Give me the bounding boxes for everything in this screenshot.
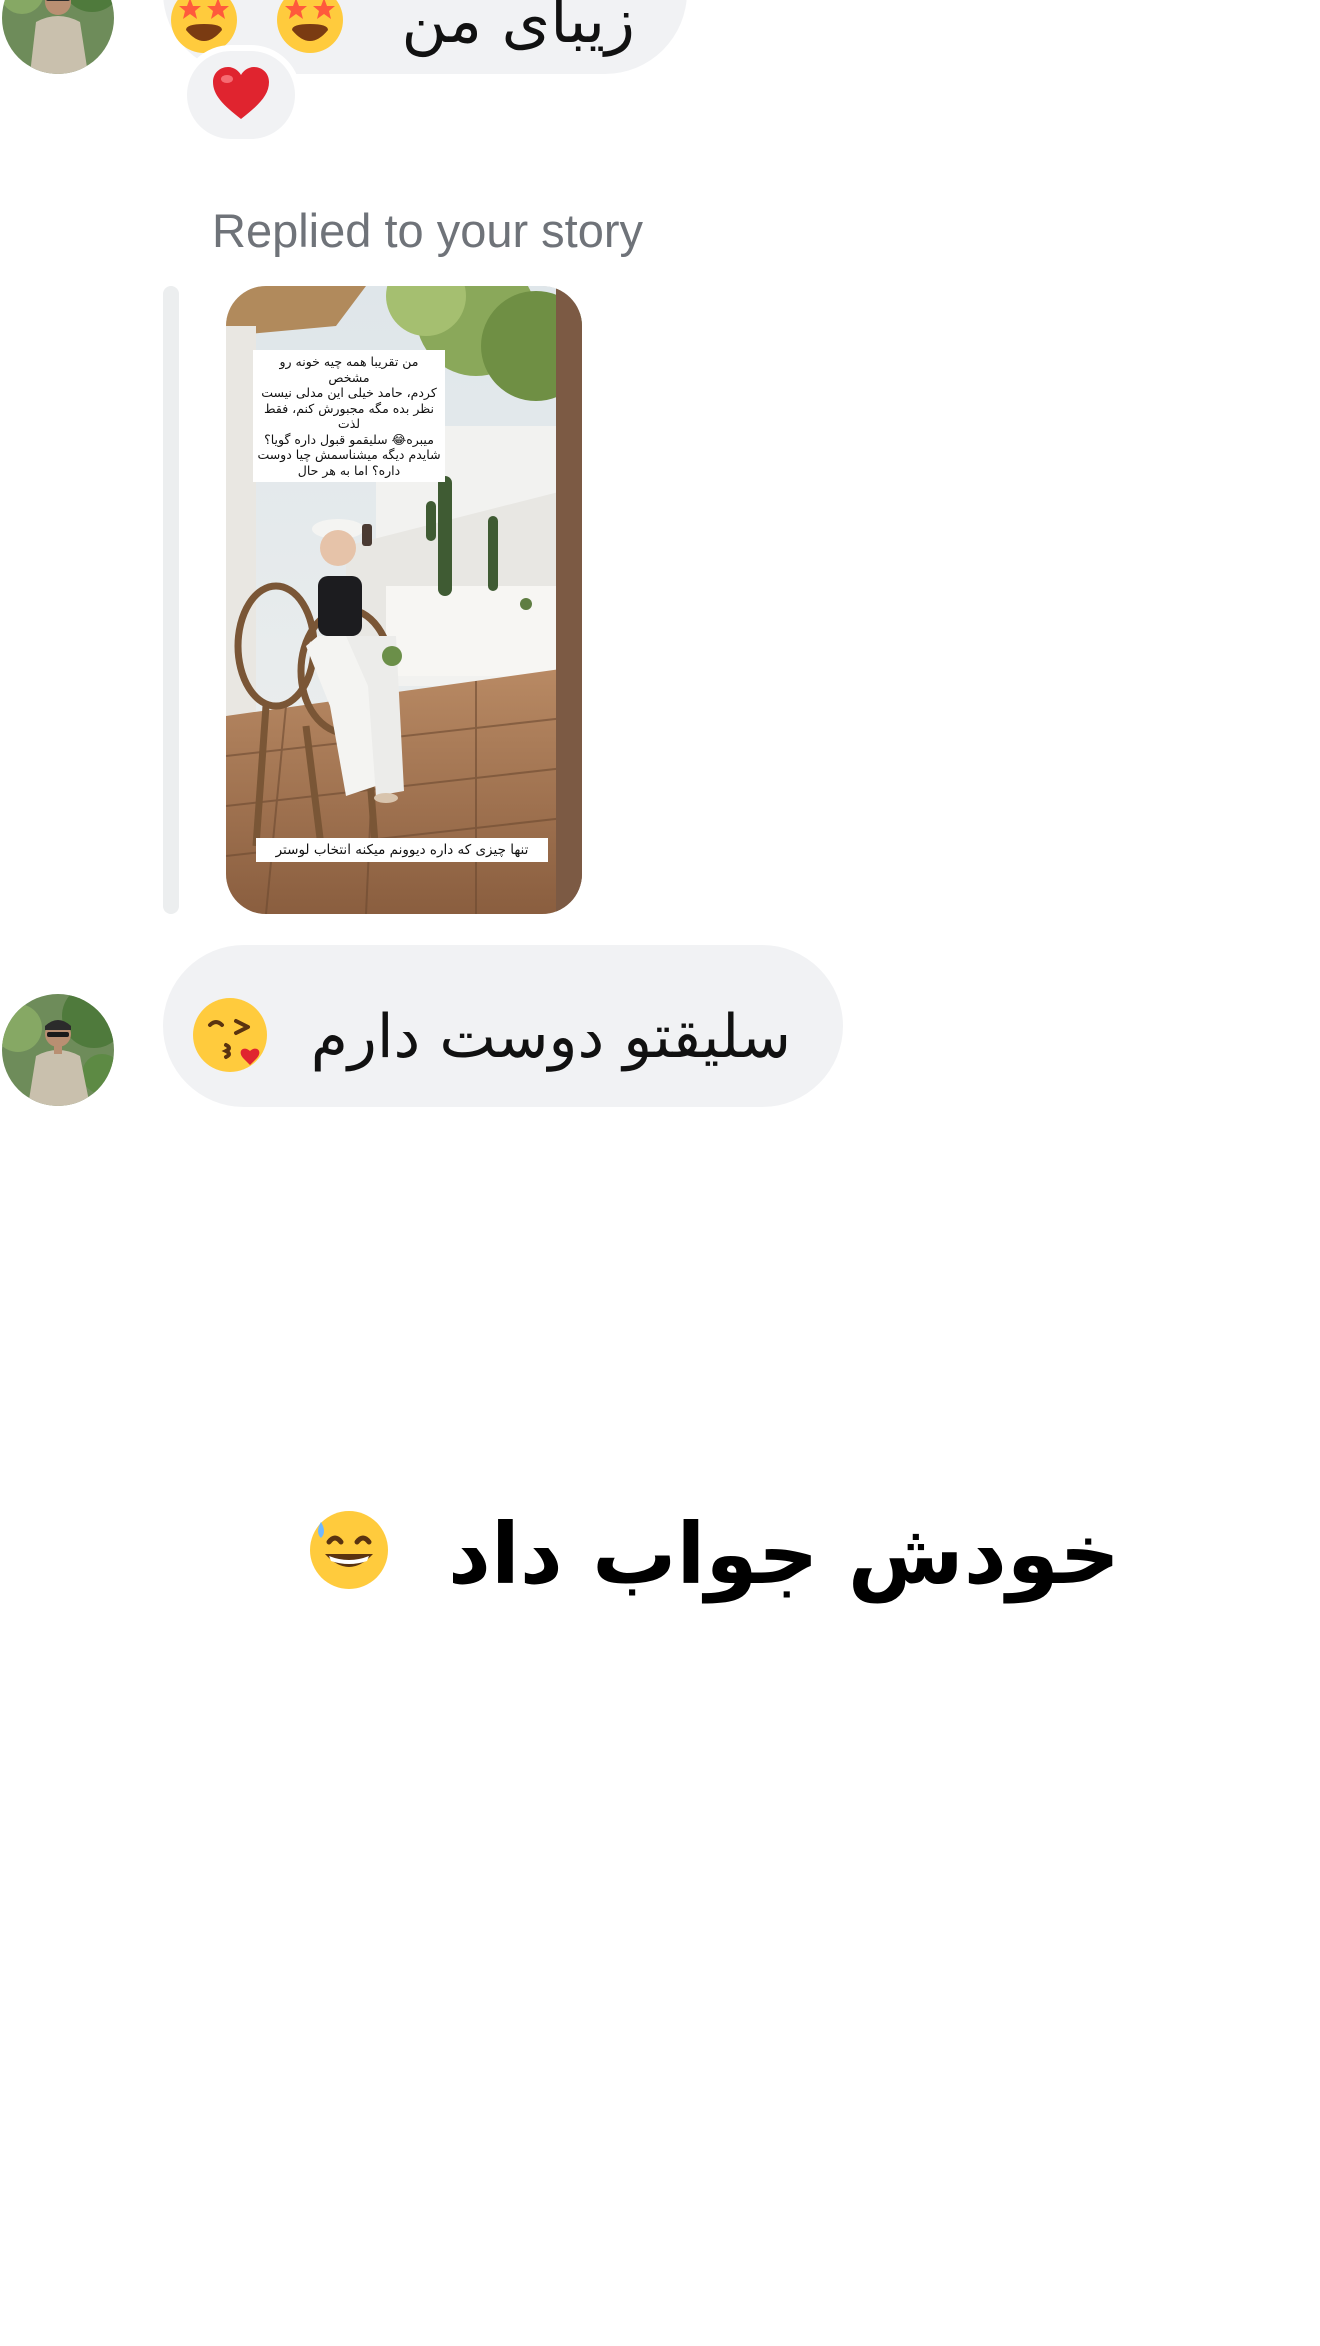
story-caption-line: نظر بده مگه مجبورش کنم، فقط لذت bbox=[264, 400, 434, 432]
overlay-caption: خودش جواب داد bbox=[309, 1505, 1120, 1615]
overlay-caption-text: خودش جواب داد bbox=[447, 1505, 1120, 1603]
replied-to-story-label: Replied to your story bbox=[212, 204, 644, 257]
sender-avatar[interactable] bbox=[2, 994, 114, 1106]
reply-quote-bar bbox=[163, 286, 179, 914]
heart-reaction[interactable] bbox=[181, 45, 301, 145]
story-bottom-caption: تنها چیزی که داره دیوونم میکنه انتخاب لو… bbox=[256, 838, 548, 862]
story-caption-line: کردم، حامد خیلی این مدلی نیست bbox=[261, 385, 437, 400]
story-caption-line: من تقریبا همه چیه خونه رو مشخص bbox=[279, 354, 419, 385]
message-text: زیبای من bbox=[401, 0, 635, 58]
story-caption-line: میبره😂 سلیقمو قبول داره گویا؟ bbox=[264, 431, 434, 447]
face-blowing-kiss-icon bbox=[190, 995, 270, 1086]
incoming-message-bubble[interactable]: سلیقتو دوست دارم bbox=[163, 945, 843, 1107]
story-text-overlay: من تقریبا همه چیه خونه رو مشخص کردم، حام… bbox=[253, 350, 445, 482]
message-text: سلیقتو دوست دارم bbox=[310, 1002, 791, 1073]
star-struck-emoji-icon bbox=[274, 0, 346, 66]
red-heart-icon bbox=[211, 65, 271, 125]
story-thumbnail[interactable]: من تقریبا همه چیه خونه رو مشخص کردم، حام… bbox=[226, 286, 582, 914]
story-caption-line: داره؟ اما به هر حال bbox=[297, 462, 401, 478]
grinning-face-with-sweat-icon bbox=[307, 1508, 391, 1612]
sender-avatar[interactable] bbox=[2, 0, 114, 74]
story-caption-line: شایدم دیگه میشناسمش چیا دوست bbox=[257, 447, 441, 462]
